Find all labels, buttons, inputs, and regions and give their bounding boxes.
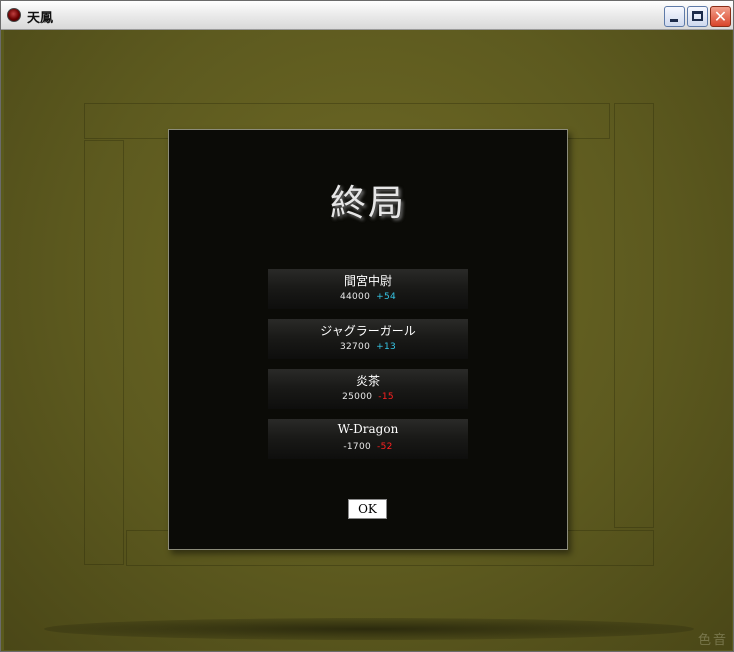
score-delta: +13 <box>376 342 397 352</box>
player-score-line: -1700 -52 <box>268 442 468 452</box>
player-name: 間宮中尉 <box>343 274 392 288</box>
player-name: ジャグラーガール <box>320 324 416 338</box>
window-title: 天鳳 <box>27 11 54 26</box>
score-delta: +54 <box>376 292 397 302</box>
watermark-logo: 色音 <box>697 633 728 648</box>
table-frame-left <box>84 140 124 565</box>
app-icon[interactable] <box>7 8 21 22</box>
table-shadow <box>44 618 694 640</box>
mahjong-table: 色音 終局 間宮中尉 44000 +54 ジャグラーガール 32700 +13 炎茶… <box>4 30 732 650</box>
table-frame-right <box>614 103 654 528</box>
maximize-icon <box>692 11 703 21</box>
player-score: 32700 <box>339 342 371 352</box>
result-row: W-Dragon -1700 -52 <box>268 419 468 459</box>
close-icon: ✕ <box>713 7 728 26</box>
ok-button[interactable]: OK <box>348 499 387 519</box>
dialog-title: 終局 <box>329 183 406 224</box>
maximize-button[interactable] <box>687 6 708 27</box>
result-row: ジャグラーガール 32700 +13 <box>268 319 468 359</box>
score-delta: -15 <box>378 392 394 402</box>
player-score: -1700 <box>343 442 372 452</box>
app-window: 天鳳 ✕ 色音 終局 間宮中尉 44000 +54 ジャグラーガール 32700… <box>0 0 734 652</box>
minimize-icon <box>670 19 678 22</box>
result-row: 炎茶 25000 -15 <box>268 369 468 409</box>
player-score-line: 32700 +13 <box>268 342 468 352</box>
player-name: W-Dragon <box>337 422 399 436</box>
result-row: 間宮中尉 44000 +54 <box>268 269 468 309</box>
close-button[interactable]: ✕ <box>710 6 731 27</box>
player-score: 44000 <box>339 292 371 302</box>
minimize-button[interactable] <box>664 6 685 27</box>
player-name: 炎茶 <box>355 374 380 388</box>
player-score-line: 44000 +54 <box>268 292 468 302</box>
score-delta: -52 <box>377 442 393 452</box>
player-score-line: 25000 -15 <box>268 392 468 402</box>
game-end-dialog: 終局 間宮中尉 44000 +54 ジャグラーガール 32700 +13 炎茶 25… <box>168 129 568 550</box>
player-score: 25000 <box>342 392 373 402</box>
title-bar[interactable]: 天鳳 ✕ <box>1 1 733 30</box>
